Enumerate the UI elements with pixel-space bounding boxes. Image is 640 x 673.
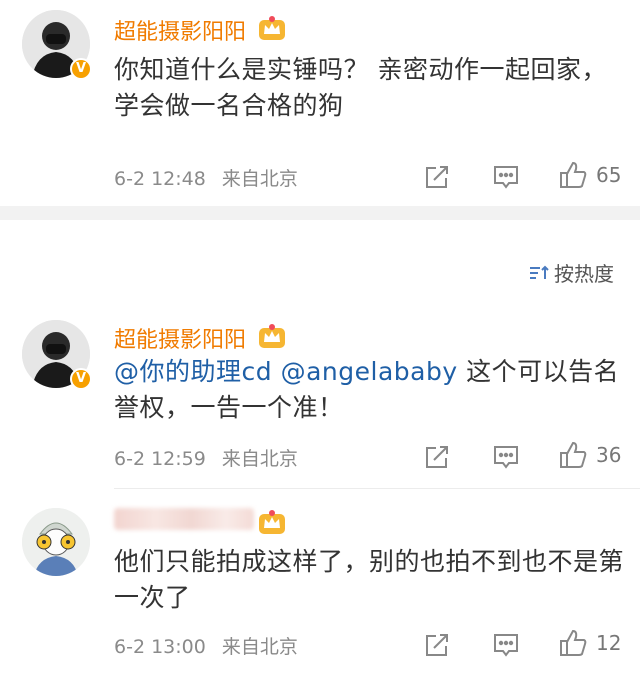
share-icon [426, 634, 448, 656]
reply-meta: 6-2 12:59 来自北京 [114, 444, 298, 471]
comment-icon [494, 634, 518, 657]
username-redacted[interactable] [114, 508, 254, 530]
like-count: 65 [596, 163, 622, 187]
mention-link[interactable]: @angelababy [281, 357, 458, 386]
share-button[interactable] [424, 442, 450, 472]
comment-text: 你知道什么是实锤吗？ 亲密动作一起回家， 学会做一名合格的狗 [114, 55, 607, 120]
section-divider [0, 206, 640, 220]
share-button[interactable] [424, 630, 450, 660]
reply-2: 他们只能拍成这样了，别的也拍不到也不是第一次了 6-2 13:00 来自北京 1… [0, 490, 640, 673]
sort-hot-button[interactable]: 按热度 [528, 258, 614, 287]
like-icon [560, 161, 587, 188]
verified-badge-icon: V [70, 58, 92, 80]
username[interactable]: 超能摄影阳阳 [114, 322, 246, 354]
like-button[interactable]: 12 [558, 628, 621, 658]
like-count: 12 [596, 631, 622, 655]
mention-link[interactable]: @你的助理cd [114, 357, 272, 386]
reply-1: V 超能摄影阳阳 @你的助理cd @angelababy 这个可以告名誉权，一告… [0, 310, 640, 490]
comment-button[interactable] [492, 162, 520, 192]
reply-text: 他们只能拍成这样了，别的也拍不到也不是第一次了 [114, 547, 625, 612]
row-divider [114, 488, 640, 489]
like-icon [560, 441, 587, 468]
share-icon [426, 446, 448, 468]
crown-icon [259, 16, 285, 40]
like-count: 36 [596, 443, 622, 467]
crown-icon [259, 510, 285, 534]
comment-icon [494, 166, 518, 189]
location: 来自北京 [221, 168, 298, 190]
comment-meta: 6-2 12:48 来自北京 [114, 164, 298, 191]
sort-label: 按热度 [554, 262, 614, 286]
sort-icon [530, 265, 549, 279]
username[interactable]: 超能摄影阳阳 [114, 14, 246, 46]
avatar[interactable] [22, 508, 90, 576]
like-button[interactable]: 65 [558, 160, 621, 190]
share-button[interactable] [424, 162, 450, 192]
reply-meta: 6-2 13:00 来自北京 [114, 632, 298, 659]
verified-badge-icon: V [70, 368, 92, 390]
comment-button[interactable] [492, 630, 520, 660]
comment-icon [494, 446, 518, 469]
reply-text: @你的助理cd @angelababy 这个可以告名誉权，一告一个准！ [114, 354, 624, 426]
comment-button[interactable] [492, 442, 520, 472]
location: 来自北京 [221, 636, 298, 658]
timestamp: 6-2 13:00 [114, 636, 206, 658]
like-icon [560, 629, 587, 656]
location: 来自北京 [221, 448, 298, 470]
comment-1: V 超能摄影阳阳 你知道什么是实锤吗？ 亲密动作一起回家， 学会做一名合格的狗 … [0, 0, 640, 206]
crown-icon [259, 324, 285, 348]
timestamp: 6-2 12:48 [114, 168, 206, 190]
share-icon [426, 166, 448, 188]
timestamp: 6-2 12:59 [114, 448, 206, 470]
like-button[interactable]: 36 [558, 440, 621, 470]
